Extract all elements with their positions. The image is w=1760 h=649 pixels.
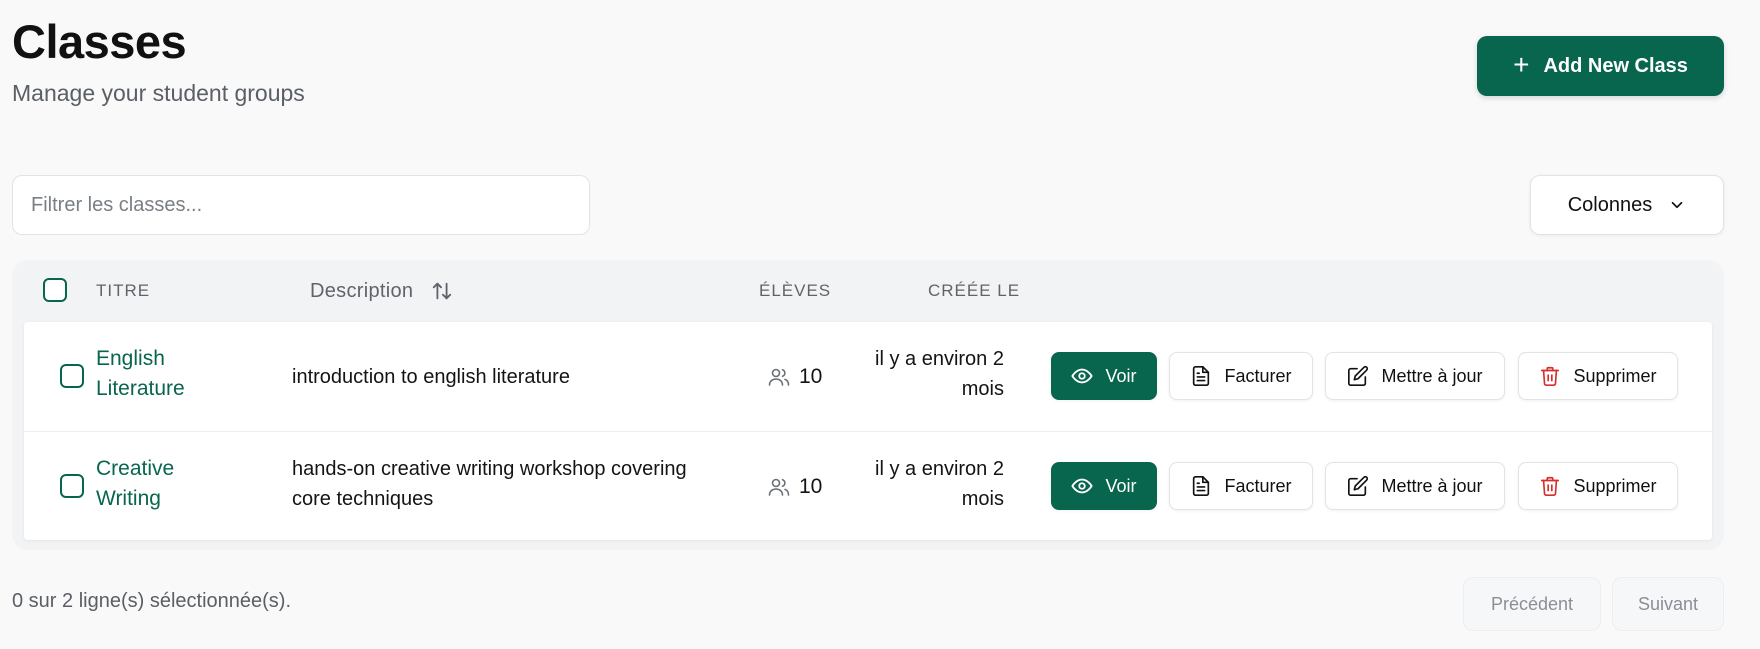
delete-button[interactable]: Supprimer — [1518, 462, 1678, 510]
class-title-link[interactable]: Creative Writing — [96, 454, 174, 514]
update-button[interactable]: Mettre à jour — [1325, 462, 1505, 510]
student-count: 10 — [767, 362, 822, 392]
trash-icon — [1541, 476, 1560, 496]
invoice-button[interactable]: Facturer — [1169, 462, 1313, 510]
chevron-down-icon — [1671, 201, 1683, 209]
update-button-label: Mettre à jour — [1381, 365, 1483, 386]
class-title-line: Writing — [96, 487, 161, 510]
created-date: il y a environ 2 mois — [834, 454, 1004, 514]
page-title: Classes — [12, 15, 187, 68]
view-button[interactable]: Voir — [1051, 352, 1157, 400]
document-icon — [1193, 476, 1210, 496]
column-header-students: ÉLÈVES — [759, 281, 832, 300]
update-button[interactable]: Mettre à jour — [1325, 352, 1505, 400]
sort-arrows-icon[interactable] — [431, 280, 453, 302]
class-description: introduction to english literature — [292, 362, 570, 392]
filter-classes-input[interactable] — [12, 175, 590, 235]
column-header-title: TITRE — [96, 281, 151, 300]
created-date-line: il y a environ 2 — [875, 348, 1004, 370]
class-description-line: introduction to english literature — [292, 366, 570, 388]
student-count-value: 10 — [799, 365, 823, 388]
document-icon — [1193, 366, 1210, 386]
row-checkbox[interactable] — [60, 474, 84, 498]
table-body: English Literature introduction to engli… — [24, 322, 1712, 540]
edit-icon — [1348, 475, 1369, 496]
add-new-class-button[interactable]: + Add New Class — [1477, 36, 1724, 96]
update-button-label: Mettre à jour — [1381, 475, 1483, 496]
column-header-description[interactable]: Description — [310, 260, 453, 322]
row-checkbox[interactable] — [60, 364, 84, 388]
student-count-value: 10 — [799, 475, 823, 498]
table-row: Creative Writing hands-on creative writi… — [24, 431, 1712, 540]
select-all-checkbox[interactable] — [43, 278, 67, 302]
plus-icon: + — [1513, 49, 1530, 80]
columns-dropdown-button[interactable]: Colonnes — [1530, 175, 1724, 235]
delete-button[interactable]: Supprimer — [1518, 352, 1678, 400]
previous-page-button[interactable]: Précédent — [1463, 577, 1601, 631]
class-description-line: core techniques — [292, 488, 434, 510]
page-subtitle: Manage your student groups — [12, 80, 305, 106]
created-date: il y a environ 2 mois — [834, 344, 1004, 404]
class-title-line: English — [96, 347, 165, 370]
delete-button-label: Supprimer — [1573, 365, 1657, 386]
classes-table: TITRE Description ÉLÈVES CRÉÉE LE Englis… — [12, 260, 1724, 550]
eye-icon — [1071, 368, 1094, 384]
created-date-line: mois — [961, 378, 1004, 400]
created-date-line: mois — [961, 488, 1004, 510]
columns-label: Colonnes — [1567, 193, 1653, 216]
selection-status: 0 sur 2 ligne(s) sélectionnée(s). — [12, 590, 292, 612]
eye-icon — [1071, 478, 1094, 494]
users-icon — [768, 368, 790, 386]
class-title-link[interactable]: English Literature — [96, 344, 185, 404]
class-description: hands-on creative writing workshop cover… — [292, 454, 687, 514]
created-date-line: il y a environ 2 — [875, 458, 1004, 480]
column-header-created: CRÉÉE LE — [928, 281, 1021, 300]
trash-icon — [1541, 366, 1560, 386]
class-description-line: hands-on creative writing workshop cover… — [292, 458, 687, 480]
view-button-label: Voir — [1105, 475, 1137, 496]
table-header: TITRE Description ÉLÈVES CRÉÉE LE — [12, 260, 1724, 322]
class-title-line: Literature — [96, 377, 185, 400]
column-header-description-label: Description — [310, 279, 414, 302]
class-title-line: Creative — [96, 457, 175, 480]
invoice-button-label: Facturer — [1224, 365, 1292, 386]
view-button[interactable]: Voir — [1051, 462, 1157, 510]
student-count: 10 — [767, 472, 822, 502]
invoice-button-label: Facturer — [1224, 475, 1292, 496]
delete-button-label: Supprimer — [1573, 475, 1657, 496]
invoice-button[interactable]: Facturer — [1169, 352, 1313, 400]
add-new-class-label: Add New Class — [1543, 54, 1688, 77]
users-icon — [768, 478, 790, 496]
view-button-label: Voir — [1105, 365, 1137, 386]
edit-icon — [1348, 365, 1369, 386]
next-page-button[interactable]: Suivant — [1612, 577, 1724, 631]
table-row: English Literature introduction to engli… — [24, 322, 1712, 431]
